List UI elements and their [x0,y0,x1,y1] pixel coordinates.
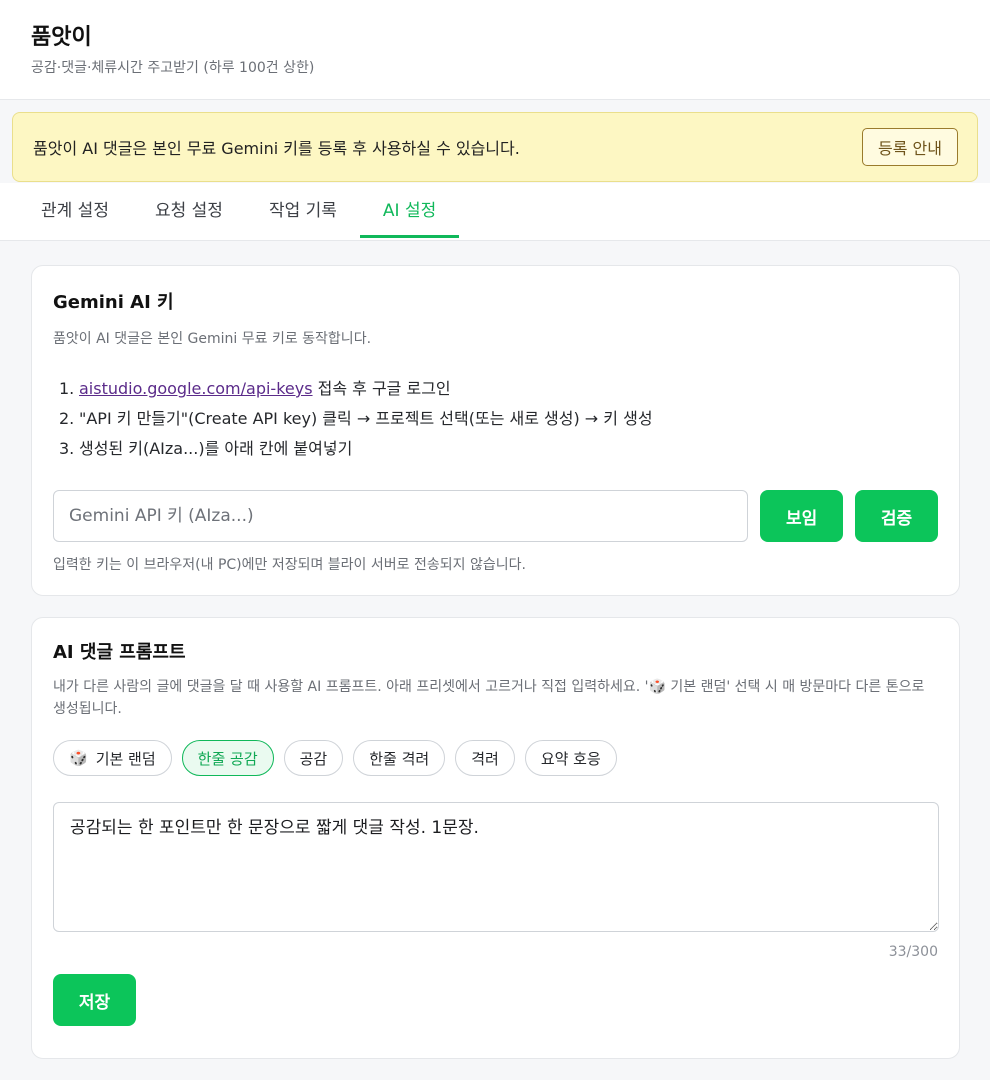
gemini-key-card: Gemini AI 키 품앗이 AI 댓글은 본인 Gemini 무료 키로 동… [31,265,960,596]
tab-work-log[interactable]: 작업 기록 [246,179,360,237]
step-2: 2. "API 키 만들기"(Create API key) 클릭 → 프로젝트 … [59,409,653,428]
key-storage-note: 입력한 키는 이 브라우저(내 PC)에만 저장되며 블라이 서버로 전송되지 … [53,557,526,573]
app-header: 품앗이 공감·댓글·체류시간 주고받기 (하루 100건 상한) [0,0,990,100]
tab-ai-settings[interactable]: AI 설정 [359,179,460,238]
preset-random-chip[interactable]: 🎲 기본 랜덤 [53,740,172,776]
prompt-textarea[interactable]: 공감되는 한 포인트만 한 문장으로 짧게 댓글 작성. 1문장. [53,802,939,932]
ai-prompt-card: AI 댓글 프롬프트 내가 다른 사람의 글에 댓글을 달 때 사용할 AI 프… [31,617,960,1059]
preset-chips: 🎲 기본 랜덤 한줄 공감 공감 한줄 격려 격려 요약 호응 [53,740,938,776]
step-1: 1. aistudio.google.com/api-keys 접속 후 구글 로… [59,379,451,398]
aistudio-link[interactable]: aistudio.google.com/api-keys [79,379,313,398]
preset-encourage-chip[interactable]: 격려 [455,740,515,776]
app-subtitle: 공감·댓글·체류시간 주고받기 (하루 100건 상한) [31,60,315,76]
tab-relation-settings[interactable]: 관계 설정 [18,179,132,237]
registration-guide-button[interactable]: 등록 안내 [862,128,958,166]
gemini-card-description: 품앗이 AI 댓글은 본인 Gemini 무료 키로 동작합니다. [53,331,372,347]
notice-banner: 품앗이 AI 댓글은 본인 무료 Gemini 키를 등록 후 사용하실 수 있… [12,112,978,182]
app-title: 품앗이 [31,25,92,50]
save-button[interactable]: 저장 [53,974,136,1026]
preset-oneline-encourage-chip[interactable]: 한줄 격려 [353,740,446,776]
show-key-button[interactable]: 보임 [760,490,844,542]
gemini-api-key-input[interactable] [53,490,749,542]
prompt-card-title: AI 댓글 프롬프트 [53,642,186,663]
notice-text: 품앗이 AI 댓글은 본인 무료 Gemini 키를 등록 후 사용하실 수 있… [33,139,520,158]
setup-steps: 1. aistudio.google.com/api-keys 접속 후 구글 로… [53,374,938,464]
api-key-row: 보임 검증 [53,490,939,542]
verify-key-button[interactable]: 검증 [855,490,939,542]
gemini-card-title: Gemini AI 키 [53,292,174,313]
tab-request-settings[interactable]: 요청 설정 [132,179,246,237]
step-3: 3. 생성된 키(AIza...)를 아래 칸에 붙여넣기 [59,439,353,458]
char-counter: 33/300 [888,944,938,960]
tab-bar: 관계 설정 요청 설정 작업 기록 AI 설정 [0,183,990,241]
dice-icon: 🎲 [69,749,88,767]
preset-summary-chip[interactable]: 요약 호응 [524,740,617,776]
preset-empathy-chip[interactable]: 공감 [283,740,344,776]
prompt-card-description: 내가 다른 사람의 글에 댓글을 달 때 사용할 AI 프롬프트. 아래 프리셋… [53,679,925,717]
preset-oneline-empathy-chip[interactable]: 한줄 공감 [181,740,274,776]
